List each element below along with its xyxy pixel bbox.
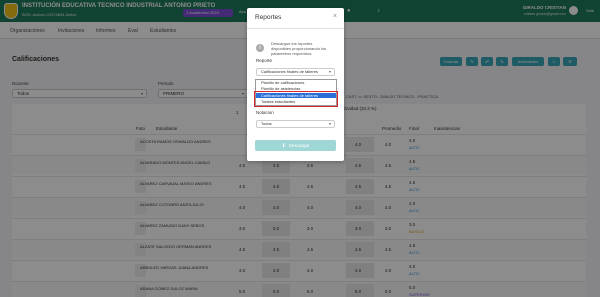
close-icon[interactable]: × (333, 13, 337, 20)
chevron-down-icon: ▾ (328, 69, 331, 74)
download-label: Descargar (288, 143, 310, 148)
report-select[interactable]: Calificaciones finales de talleres ▾ (256, 68, 335, 76)
notation-select[interactable]: Todos ▾ (256, 120, 335, 128)
notation-label: Notacion (256, 110, 274, 115)
download-button[interactable]: ⬇ Descargar (255, 140, 336, 151)
notation-select-value: Todos (261, 121, 272, 126)
modal-title: Reportes (255, 14, 282, 21)
info-icon: i (256, 44, 264, 52)
download-icon: ⬇ (281, 143, 286, 149)
chevron-down-icon: ▾ (328, 121, 331, 126)
highlight-box (254, 91, 338, 107)
info-text: Descargue los reportes disponibles propo… (271, 41, 327, 56)
report-select-value: Calificaciones finales de talleres (261, 69, 318, 74)
modal-divider (247, 28, 344, 29)
report-option[interactable]: Planillo de calificaciones (256, 80, 336, 86)
report-label: Reporte (256, 58, 273, 63)
